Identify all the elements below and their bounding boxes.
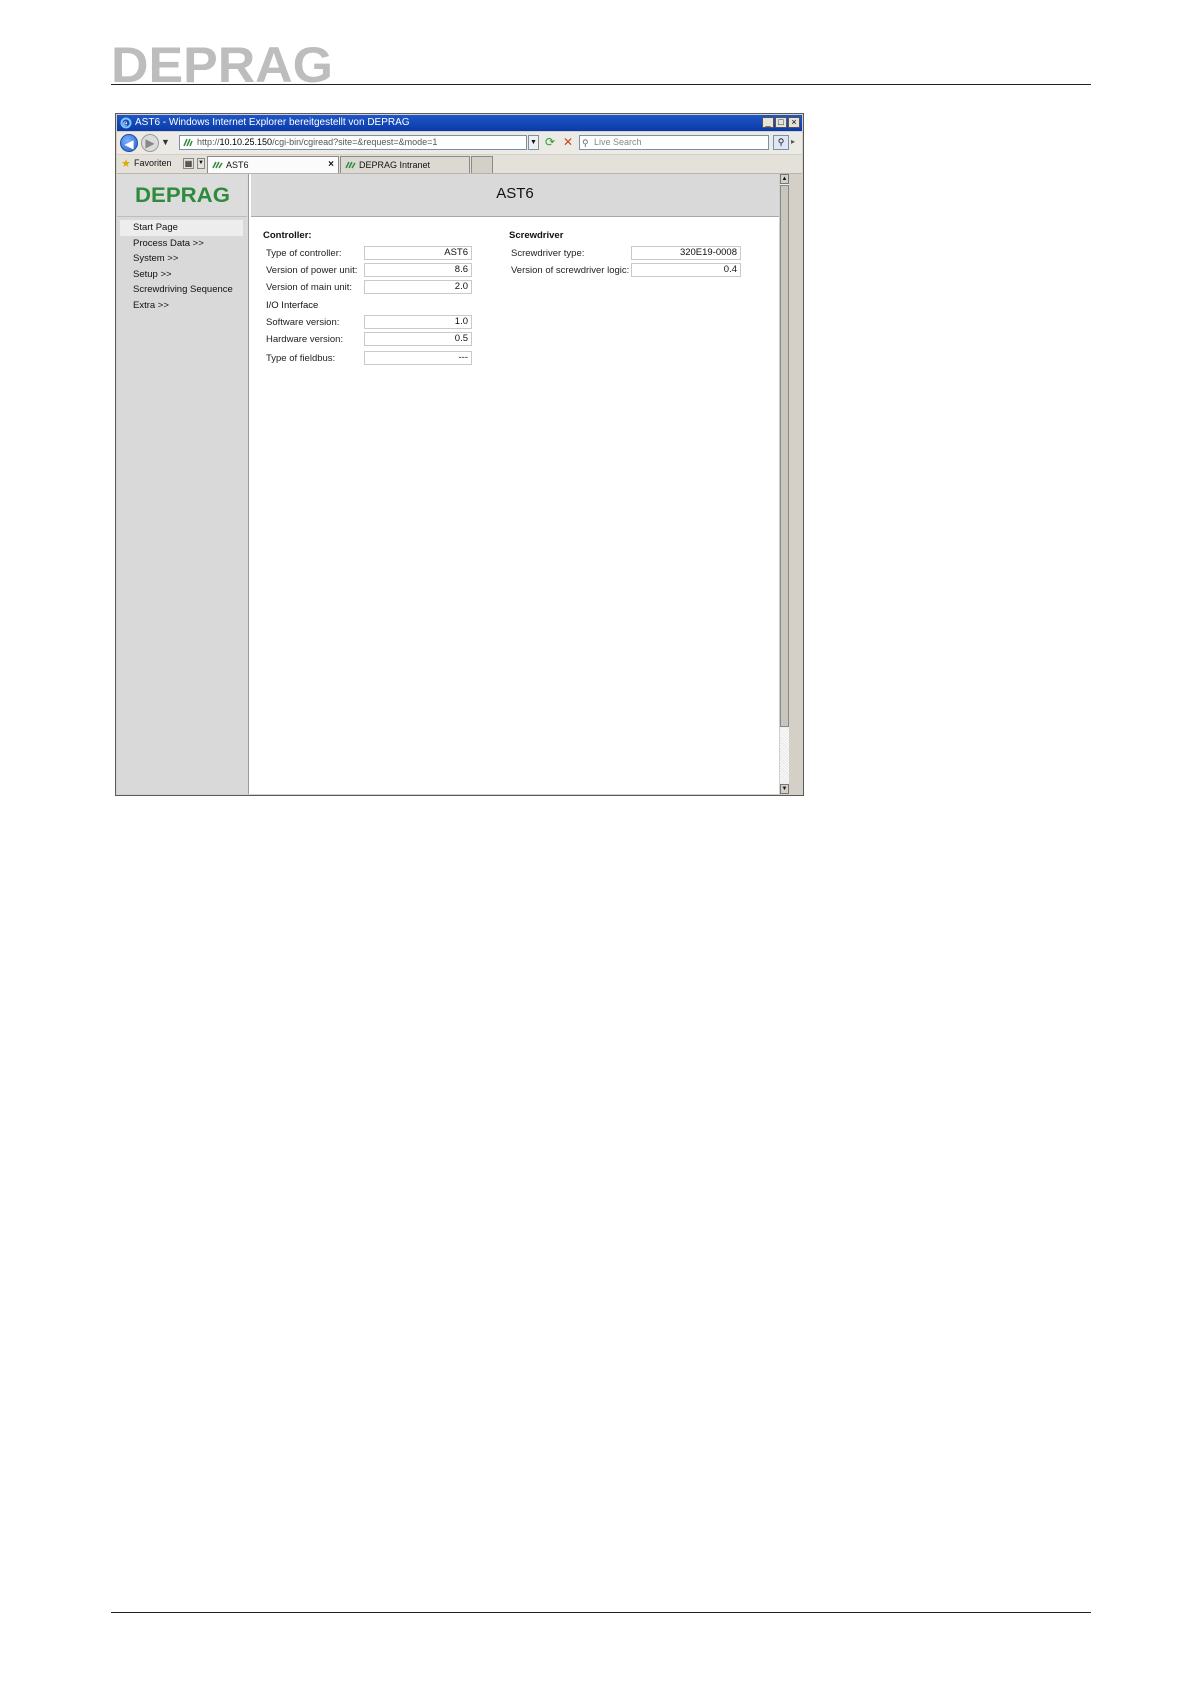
maximize-button[interactable]: □ xyxy=(775,117,787,128)
scrollbar-track[interactable] xyxy=(780,728,789,783)
fieldbus-type-label: Type of fieldbus: xyxy=(266,353,336,364)
internet-explorer-icon: e xyxy=(120,117,132,129)
history-dropdown-icon[interactable]: ▼ xyxy=(161,137,170,147)
sidebar-menu: Start Page Process Data >> System >> Set… xyxy=(117,220,247,313)
vertical-scrollbar[interactable]: ▲ ▼ xyxy=(779,174,789,794)
browser-window: e AST6 - Windows Internet Explorer berei… xyxy=(115,113,804,796)
favorites-star-icon[interactable]: ★ xyxy=(121,157,131,170)
search-button[interactable]: ⚲ xyxy=(773,135,789,150)
screwdriver-type-label: Screwdriver type: xyxy=(511,248,585,259)
menu-item-setup[interactable]: Setup >> xyxy=(117,267,247,283)
favorites-bar: ★ Favoriten ▦ ▼ AST6 × DEPRAG Intranet xyxy=(117,155,802,174)
quick-tabs-icon[interactable]: ▦ xyxy=(183,158,194,169)
menu-item-process-data[interactable]: Process Data >> xyxy=(117,236,247,252)
tab-deprag-intranet[interactable]: DEPRAG Intranet xyxy=(340,156,470,173)
stop-icon[interactable]: ✕ xyxy=(561,135,575,149)
page-header: AST6 xyxy=(251,174,779,217)
address-prefix: http:// xyxy=(197,137,220,147)
tab-label: DEPRAG Intranet xyxy=(359,160,431,170)
tab-label: AST6 xyxy=(226,160,249,170)
favorites-label[interactable]: Favoriten xyxy=(134,158,172,168)
screwdriver-type-value: 320E19-0008 xyxy=(631,246,741,260)
controller-type-label: Type of controller: xyxy=(266,248,342,259)
close-window-button[interactable]: × xyxy=(788,117,800,128)
scrollbar-thumb[interactable] xyxy=(780,185,789,727)
search-options-icon[interactable]: ▸ xyxy=(791,137,795,146)
navigation-bar: ◀ ▶ ▼ http://10.10.25.150/cgi-bin/cgirea… xyxy=(117,132,802,154)
refresh-icon[interactable]: ⟳ xyxy=(543,135,557,149)
menu-item-system[interactable]: System >> xyxy=(117,251,247,267)
screwdriver-logic-version-label: Version of screwdriver logic: xyxy=(511,265,630,276)
menu-item-start-page[interactable]: Start Page xyxy=(120,220,243,236)
tab-list-dropdown-icon[interactable]: ▼ xyxy=(197,158,205,169)
search-placeholder: Live Search xyxy=(594,137,642,147)
window-titlebar: e AST6 - Windows Internet Explorer berei… xyxy=(117,115,802,131)
deprag-logo: DEPRAG xyxy=(135,185,230,204)
address-path: /cgi-bin/cgiread?site=&request=&mode=1 xyxy=(272,137,438,147)
minimize-button[interactable]: _ xyxy=(762,117,774,128)
window-title: AST6 - Windows Internet Explorer bereitg… xyxy=(135,117,410,128)
svg-text:DEPRAG: DEPRAG xyxy=(135,185,230,204)
software-version-value: 1.0 xyxy=(364,315,472,329)
power-unit-version-value: 8.6 xyxy=(364,263,472,277)
power-unit-version-label: Version of power unit: xyxy=(266,265,358,276)
hardware-version-value: 0.5 xyxy=(364,332,472,346)
io-interface-heading: I/O Interface xyxy=(266,300,319,311)
main-unit-version-value: 2.0 xyxy=(364,280,472,294)
tab-ast6[interactable]: AST6 × xyxy=(207,156,339,173)
address-host: 10.10.25.150 xyxy=(219,137,273,147)
address-bar[interactable]: http://10.10.25.150/cgi-bin/cgiread?site… xyxy=(179,135,527,150)
software-version-label: Software version: xyxy=(266,317,340,328)
page-content: DEPRAG Start Page Process Data >> System… xyxy=(117,174,789,794)
page-icon xyxy=(212,161,223,169)
close-tab-icon[interactable]: × xyxy=(328,157,334,173)
scroll-up-arrow-icon[interactable]: ▲ xyxy=(780,174,789,184)
search-input[interactable]: ⚲ Live Search xyxy=(579,135,769,150)
search-icon: ⚲ xyxy=(582,138,589,148)
menu-item-extra[interactable]: Extra >> xyxy=(117,298,247,314)
page-icon xyxy=(183,138,193,147)
hardware-version-label: Hardware version: xyxy=(266,334,344,345)
new-tab-button[interactable] xyxy=(471,156,493,173)
back-arrow-icon[interactable]: ◀ xyxy=(120,134,138,152)
sidebar-logo-area: DEPRAG xyxy=(117,174,247,217)
page-title: AST6 xyxy=(496,185,534,202)
forward-arrow-icon[interactable]: ▶ xyxy=(141,134,159,152)
fieldbus-type-value: --- xyxy=(364,351,472,365)
controller-heading: Controller: xyxy=(263,230,312,241)
footer-rule xyxy=(111,1612,1091,1613)
main-unit-version-label: Version of main unit: xyxy=(266,282,353,293)
svg-text:DEPRAG: DEPRAG xyxy=(111,42,333,86)
header-rule xyxy=(111,84,1091,85)
screwdriver-heading: Screwdriver xyxy=(509,230,564,241)
screwdriver-logic-version-value: 0.4 xyxy=(631,263,741,277)
scroll-down-arrow-icon[interactable]: ▼ xyxy=(780,784,789,794)
svg-text:e: e xyxy=(123,119,128,128)
menu-item-screwdriving-sequence[interactable]: Screwdriving Sequence xyxy=(117,282,247,298)
controller-type-value: AST6 xyxy=(364,246,472,260)
page-icon xyxy=(345,161,356,169)
address-dropdown-icon[interactable]: ▼ xyxy=(528,135,539,150)
sidebar: DEPRAG Start Page Process Data >> System… xyxy=(117,174,249,794)
deprag-document-logo: DEPRAG xyxy=(111,42,333,86)
